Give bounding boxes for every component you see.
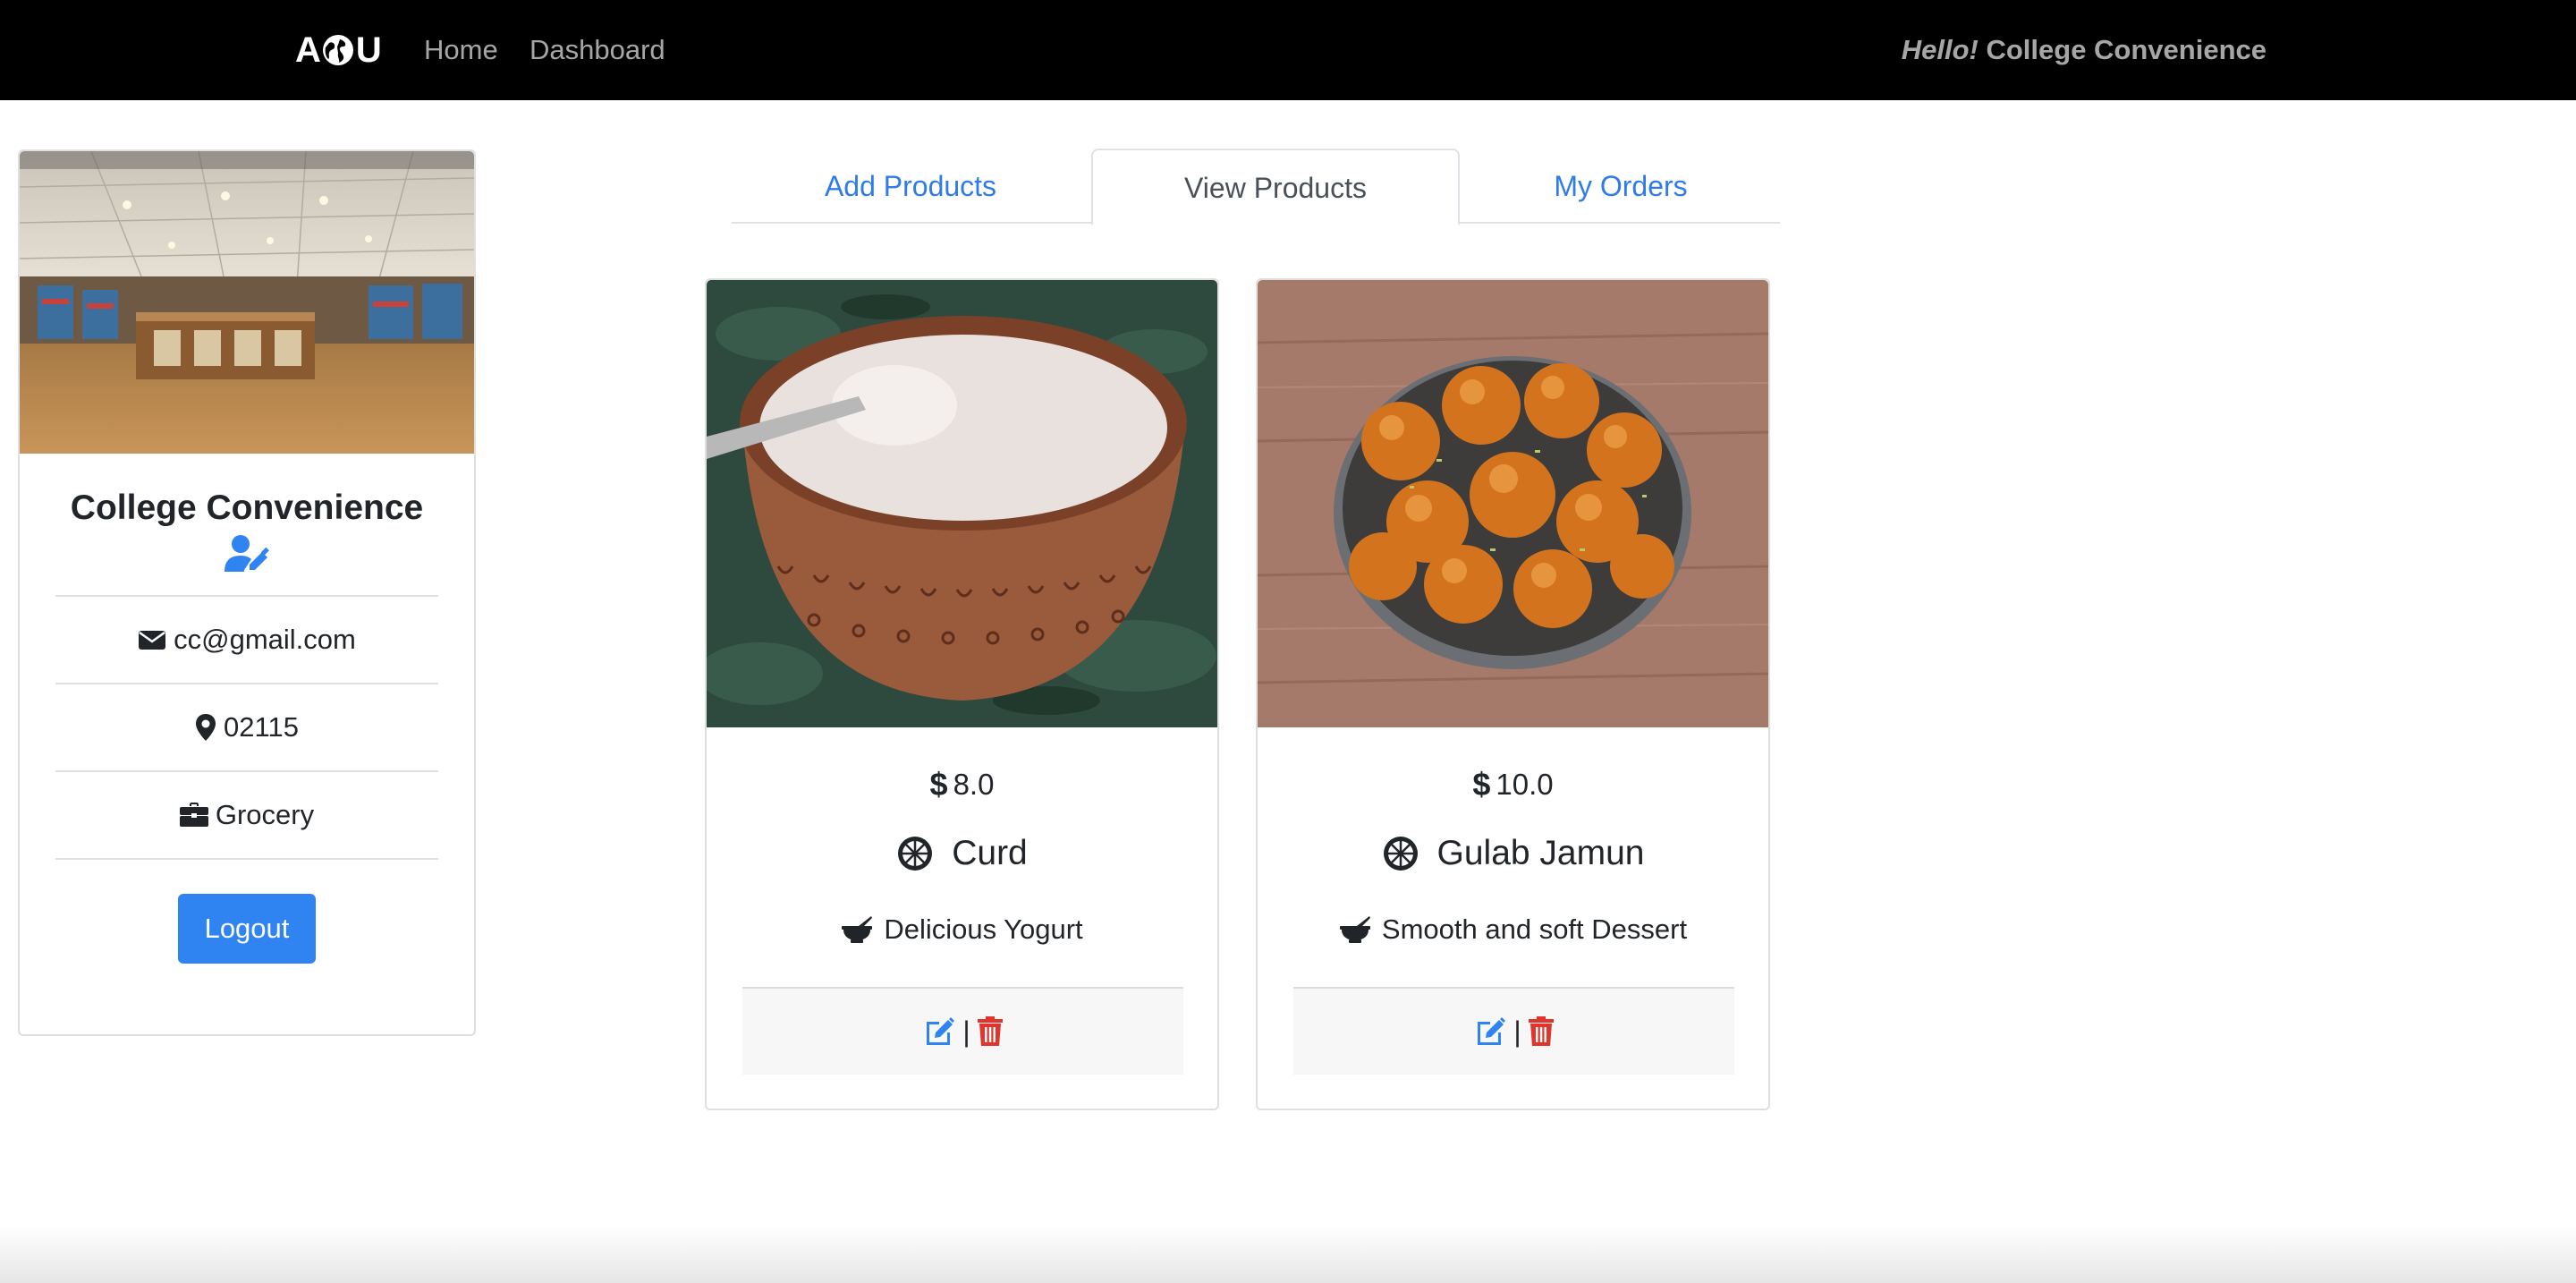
profile-card: College Convenience cc@gmail.com 02115 G… — [18, 149, 476, 1036]
brand-logo[interactable]: A U — [295, 27, 382, 73]
brand-letter-u: U — [355, 30, 382, 70]
profile-name: College Convenience — [70, 489, 424, 527]
tab-view-products[interactable]: View Products — [1091, 149, 1460, 225]
tab-add-products[interactable]: Add Products — [732, 149, 1089, 224]
edit-icon[interactable] — [1474, 1016, 1506, 1047]
product-image-gulab-jamun — [1258, 280, 1768, 727]
trash-icon[interactable] — [1528, 1016, 1554, 1047]
profile-category-row: Grocery — [55, 770, 438, 858]
action-separator: | — [962, 1015, 970, 1048]
product-price: $ 8.0 — [707, 767, 1217, 803]
product-description: Delicious Yogurt — [884, 913, 1083, 945]
store-photo — [20, 151, 474, 454]
profile-zip: 02115 — [224, 711, 299, 743]
product-price-value: 8.0 — [953, 768, 995, 801]
user-edit-icon[interactable] — [223, 534, 271, 574]
profile-category: Grocery — [215, 799, 315, 830]
nav-home-link[interactable]: Home — [424, 32, 498, 68]
product-image-curd — [707, 280, 1217, 727]
profile-email-row: cc@gmail.com — [55, 595, 438, 683]
product-description-row: Delicious Yogurt — [707, 912, 1217, 947]
cookie-icon — [1383, 837, 1418, 871]
product-name: Gulab Jamun — [1436, 834, 1645, 872]
edit-icon[interactable] — [923, 1016, 955, 1047]
globe-icon — [322, 35, 353, 65]
product-price: $ 10.0 — [1258, 767, 1768, 803]
product-actions: | — [1293, 987, 1734, 1075]
profile-divider — [55, 858, 438, 860]
envelope-icon — [139, 631, 166, 650]
product-actions: | — [742, 987, 1183, 1075]
brand-letter-a: A — [295, 30, 321, 70]
tab-my-orders[interactable]: My Orders — [1462, 149, 1780, 224]
briefcase-icon — [179, 803, 208, 827]
product-name: Curd — [952, 834, 1028, 872]
map-marker-icon — [196, 714, 216, 741]
product-description: Smooth and soft Dessert — [1381, 913, 1688, 945]
greeting-name: College Convenience — [1986, 34, 2267, 65]
product-name-row: Gulab Jamun — [1258, 833, 1768, 874]
product-card: $ 8.0 Curd Delicious Yogurt | — [705, 278, 1219, 1110]
product-description-row: Smooth and soft Dessert — [1258, 912, 1768, 947]
action-separator: | — [1513, 1015, 1521, 1048]
trash-icon[interactable] — [977, 1016, 1003, 1047]
page-bottom-shadow — [0, 1226, 2576, 1283]
dollar-icon: $ — [1472, 766, 1491, 803]
product-name-row: Curd — [707, 833, 1217, 874]
mortar-pestle-icon — [842, 916, 873, 943]
nav-dashboard-link[interactable]: Dashboard — [530, 32, 665, 68]
mortar-pestle-icon — [1339, 916, 1370, 943]
logout-button[interactable]: Logout — [178, 894, 316, 964]
top-navbar: A U Home Dashboard Hello! College Conven… — [0, 0, 2576, 100]
user-greeting: Hello! College Convenience — [1902, 32, 2267, 68]
dollar-icon: $ — [929, 766, 948, 803]
profile-email: cc@gmail.com — [174, 624, 356, 655]
cookie-icon — [898, 837, 933, 871]
profile-zip-row: 02115 — [55, 683, 438, 770]
product-card: $ 10.0 Gulab Jamun Smooth and soft Desse… — [1256, 278, 1770, 1110]
greeting-hello: Hello! — [1901, 34, 1979, 65]
product-tabs: Add Products View Products My Orders — [732, 149, 1780, 225]
product-price-value: 10.0 — [1496, 768, 1554, 801]
